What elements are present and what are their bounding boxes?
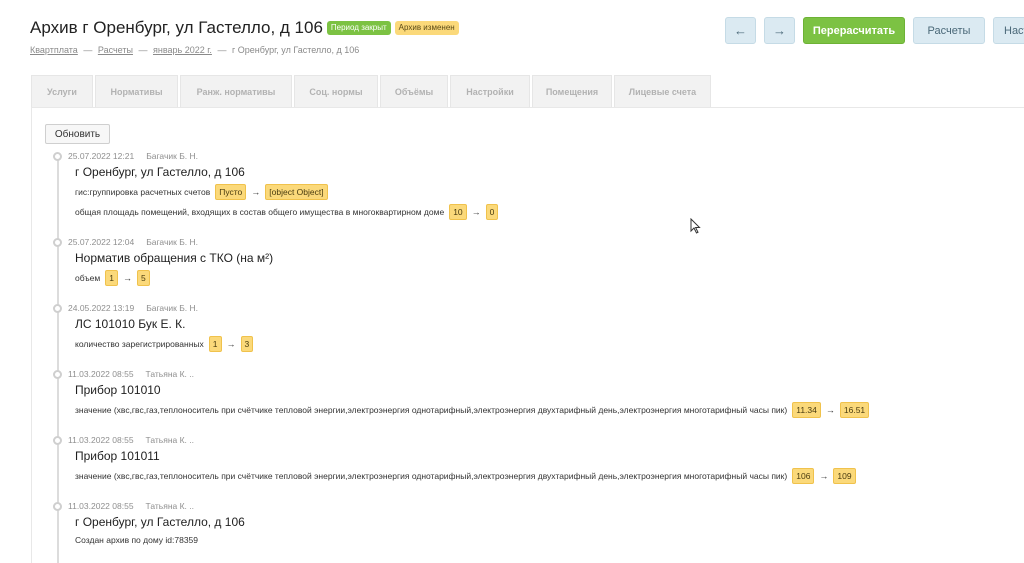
change-label: общая площадь помещений, входящих в сост… <box>75 207 445 217</box>
arrow-right-icon: → <box>819 471 829 481</box>
change-row: объем 1 → 5 <box>75 270 150 286</box>
breadcrumb-link-kvartplata[interactable]: Квартплата <box>30 45 78 55</box>
recalculate-button[interactable]: Перерасчитать <box>803 17 905 44</box>
breadcrumb-link-calcs[interactable]: Расчеты <box>98 45 133 55</box>
tab-ranged-norms[interactable]: Ранж. нормативы <box>180 75 292 107</box>
entry-note: Создан архив по дому id:78359 <box>75 535 199 545</box>
breadcrumb-separator: — <box>138 45 148 55</box>
change-row: значение (хвс,гвс,газ,теплоноситель при … <box>75 402 870 418</box>
old-value-chip: 1 <box>105 270 118 286</box>
entry-title: ЛС 101010 Бук Е. К. <box>75 317 186 331</box>
timeline-dot <box>53 238 62 247</box>
tab-premises[interactable]: Помещения <box>532 75 612 107</box>
change-row: гис:группировка расчетных счетов Пусто →… <box>75 184 328 200</box>
entry-date: 25.07.2022 12:21 <box>68 151 135 161</box>
old-value-chip: 106 <box>792 468 815 484</box>
entry-title: Прибор 101011 <box>75 449 160 463</box>
timeline-dot <box>53 304 62 313</box>
entry-author: Багачик Б. Н. <box>146 237 199 247</box>
timeline-dot <box>53 436 62 445</box>
archive-changed-badge: Архив изменен <box>394 21 459 35</box>
tab-norms[interactable]: Нормативы <box>95 75 178 107</box>
new-value-chip: 3 <box>240 336 254 352</box>
new-value-chip: 5 <box>136 270 150 286</box>
entry-date: 24.05.2022 13:19 <box>68 303 135 313</box>
breadcrumb-separator: — <box>83 45 93 55</box>
arrow-right-icon: → <box>825 405 835 415</box>
tab-bar: Услуги Нормативы Ранж. нормативы Соц. но… <box>31 75 713 107</box>
entry-title: г Оренбург, ул Гастелло, д 106 <box>75 515 245 529</box>
mouse-cursor-icon <box>690 218 701 234</box>
change-row: количество зарегистрированных 1 → 3 <box>75 336 254 352</box>
arrow-right-icon: → <box>251 187 261 197</box>
breadcrumb-current: г Оренбург, ул Гастелло, д 106 <box>231 45 360 55</box>
change-row: общая площадь помещений, входящих в сост… <box>75 204 499 220</box>
old-value-chip: 1 <box>208 336 222 352</box>
new-value-chip: 16.51 <box>839 402 870 418</box>
timeline-dot <box>53 152 62 161</box>
settings-button[interactable]: Настр <box>993 17 1024 44</box>
change-label: количество зарегистрированных <box>75 339 204 349</box>
period-closed-badge: Период закрыт <box>326 21 391 35</box>
tab-social-norms[interactable]: Соц. нормы <box>294 75 378 107</box>
page-header: Архив г Оренбург, ул Гастелло, д 106 Пер… <box>30 18 459 55</box>
new-value-chip: 109 <box>833 468 856 484</box>
entry-author: Татьяна К. .. <box>145 435 195 445</box>
breadcrumb-link-period[interactable]: январь 2022 г. <box>153 45 212 55</box>
old-value-chip: 10 <box>449 204 467 220</box>
entry-date: 11.03.2022 08:55 <box>68 435 134 445</box>
tab-settings[interactable]: Настройки <box>450 75 530 107</box>
new-value-chip: [object Object] <box>265 184 328 200</box>
entry-author: Багачик Б. Н. <box>146 303 199 313</box>
old-value-chip: 11.34 <box>792 402 821 418</box>
timeline-dot <box>53 502 62 511</box>
toolbar: ← → Перерасчитать Расчеты Настр <box>725 17 1024 44</box>
calculations-button[interactable]: Расчеты <box>913 17 985 44</box>
tab-services[interactable]: Услуги <box>31 75 93 107</box>
new-value-chip: 0 <box>485 204 499 220</box>
entry-date: 11.03.2022 08:55 <box>68 501 134 511</box>
entry-author: Татьяна К. .. <box>145 369 195 379</box>
entry-date: 11.03.2022 08:55 <box>68 369 134 379</box>
arrow-right-icon: → <box>122 273 132 283</box>
entry-title: Прибор 101010 <box>75 383 161 397</box>
entry-title: г Оренбург, ул Гастелло, д 106 <box>75 165 245 179</box>
back-button[interactable]: ← <box>725 17 756 44</box>
change-label: гис:группировка расчетных счетов <box>75 187 211 197</box>
entry-date: 25.07.2022 12:04 <box>68 237 135 247</box>
forward-button[interactable]: → <box>764 17 795 44</box>
arrow-right-icon: → <box>471 207 481 217</box>
change-label: значение (хвс,гвс,газ,теплоноситель при … <box>75 405 788 415</box>
arrow-right-icon: → <box>226 339 236 349</box>
timeline-dot <box>53 370 62 379</box>
change-label: объем <box>75 273 101 283</box>
breadcrumb: Квартплата — Расчеты — январь 2022 г. — … <box>30 45 459 55</box>
change-row: значение (хвс,гвс,газ,теплоноситель при … <box>75 468 856 484</box>
change-label: значение (хвс,гвс,газ,теплоноситель при … <box>75 471 788 481</box>
entry-title: Норматив обращения с ТКО (на м²) <box>75 251 274 265</box>
page-title: Архив г Оренбург, ул Гастелло, д 106 <box>30 18 323 37</box>
entry-author: Татьяна К. .. <box>145 501 195 511</box>
entry-author: Багачик Б. Н. <box>146 151 199 161</box>
refresh-button[interactable]: Обновить <box>45 124 110 144</box>
breadcrumb-separator: — <box>217 45 227 55</box>
old-value-chip: Пусто <box>215 184 247 200</box>
tab-accounts[interactable]: Лицевые счета <box>614 75 711 107</box>
tab-volumes[interactable]: Объёмы <box>380 75 448 107</box>
